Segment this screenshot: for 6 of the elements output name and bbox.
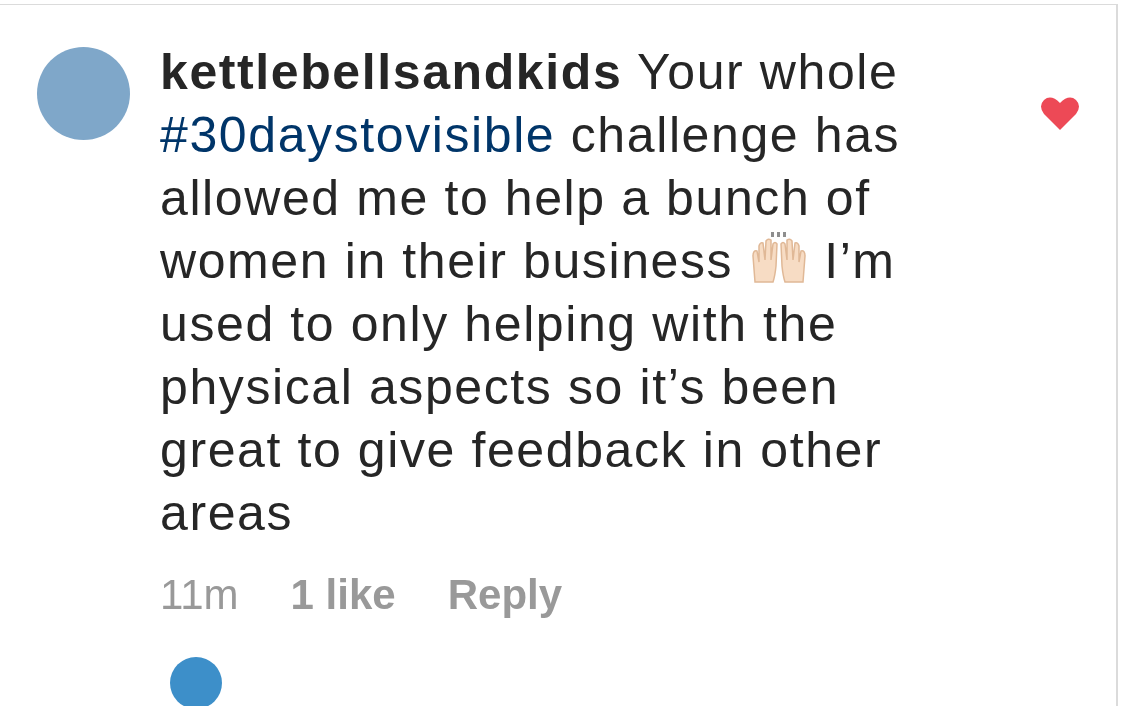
time-label: 11m [160,571,239,619]
username-link[interactable]: kettlebellsandkids [160,44,623,100]
heart-icon[interactable] [1040,95,1080,131]
avatar-photo[interactable] [170,657,222,706]
comment-text: kettlebellsandkids Your whole #30daystovisible challenge has allowed me to help a bunch of women in their business I’m used to only helping with the physical aspects so it’s been great to give feedback in other areas [160,43,902,543]
hashtag-link[interactable]: #30daystovisible [160,107,556,163]
